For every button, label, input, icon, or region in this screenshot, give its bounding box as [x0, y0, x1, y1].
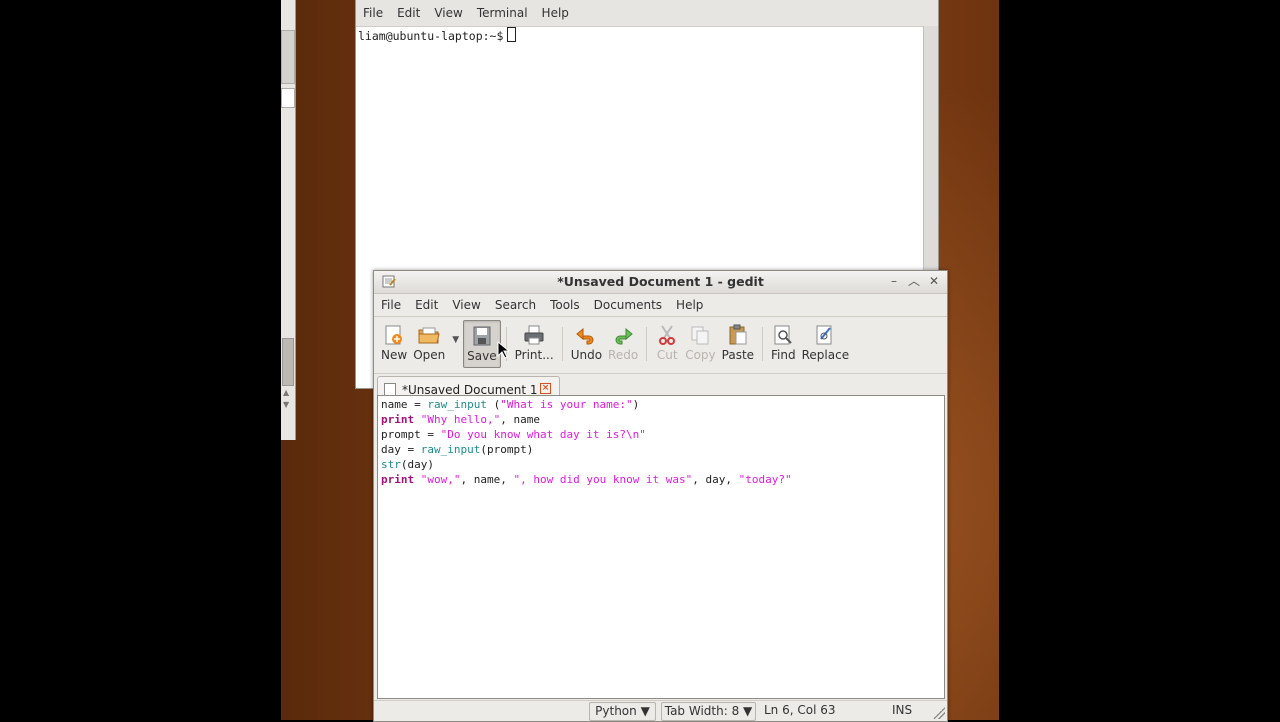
language-dropdown-icon: ▼ — [640, 704, 650, 718]
terminal-menu-terminal[interactable]: Terminal — [470, 6, 535, 20]
terminal-menubar: File Edit View Terminal Help — [356, 0, 938, 27]
clipboard-paste-icon — [729, 324, 747, 345]
replace-button[interactable]: Replace — [799, 320, 852, 368]
code-token: name = — [381, 398, 428, 411]
background-window-scrollbar-thumb[interactable] — [282, 338, 294, 386]
code-token: str — [381, 458, 401, 471]
toolbar-separator — [762, 327, 764, 361]
undo-arrow-icon — [576, 327, 594, 345]
save-button[interactable]: Save — [463, 320, 501, 368]
code-token: "Do you know what day it is?\n" — [440, 428, 646, 441]
close-window-icon[interactable]: ✕ — [925, 273, 943, 289]
code-token: print — [381, 413, 415, 426]
background-window: ▲ ▼ — [281, 0, 296, 440]
gedit-window: *Unsaved Document 1 - gedit – ︿ ✕ File E… — [373, 270, 948, 722]
open-button[interactable]: Open — [410, 320, 448, 368]
code-token: (day) — [400, 458, 434, 471]
cursor-position: Ln 6, Col 63 — [764, 703, 836, 717]
open-folder-icon — [418, 327, 440, 344]
find-magnifier-icon — [774, 325, 793, 345]
redo-arrow-icon — [615, 327, 633, 345]
copy-button[interactable]: Copy — [682, 320, 718, 368]
gedit-titlebar[interactable]: *Unsaved Document 1 - gedit – ︿ ✕ — [374, 271, 947, 294]
menu-edit[interactable]: Edit — [408, 298, 445, 312]
find-button[interactable]: Find — [768, 320, 799, 368]
code-token: (prompt) — [480, 443, 534, 456]
code-token: "today?" — [738, 473, 792, 486]
terminal-cursor — [507, 27, 517, 42]
toolbar: New Open ▼ Save Print... Undo Redo Cut C… — [374, 317, 947, 374]
code-token: prompt = — [381, 428, 441, 441]
gedit-app-icon — [382, 275, 396, 288]
code-token: , day, — [692, 473, 739, 486]
code-token: , name, — [460, 473, 514, 486]
code-token: ", how did you know it was" — [513, 473, 693, 486]
code-token: raw_input — [420, 443, 481, 456]
code-line: name = raw_input ("What is your name:") — [381, 397, 941, 412]
resize-grip-icon[interactable] — [933, 707, 945, 719]
tab-width-dropdown-icon: ▼ — [743, 704, 753, 718]
terminal-menu-file[interactable]: File — [356, 6, 390, 20]
window-title: *Unsaved Document 1 - gedit — [557, 274, 764, 289]
printer-icon — [524, 325, 544, 345]
insert-mode: INS — [892, 703, 913, 717]
maximize-icon[interactable]: ︿ — [905, 273, 923, 289]
terminal-prompt: liam@ubuntu-laptop:~$ — [358, 29, 504, 43]
code-token: "What is your name:" — [500, 398, 633, 411]
cut-button[interactable]: Cut — [652, 320, 682, 368]
scissors-icon — [659, 325, 676, 345]
code-editor[interactable]: name = raw_input ("What is your name:") p… — [377, 395, 945, 699]
code-line: str(day) — [381, 457, 941, 472]
background-window-field — [281, 88, 295, 108]
menu-file[interactable]: File — [374, 298, 408, 312]
language-selector[interactable]: Python ▼ — [589, 702, 656, 721]
save-floppy-icon — [473, 326, 491, 346]
open-recent-dropdown-icon[interactable]: ▼ — [448, 335, 463, 345]
copy-icon — [691, 326, 709, 345]
scroll-up-arrow-icon[interactable]: ▲ — [283, 388, 289, 397]
undo-button[interactable]: Undo — [568, 320, 605, 368]
new-button[interactable]: New — [378, 320, 410, 368]
new-document-icon — [385, 325, 403, 345]
terminal-menu-help[interactable]: Help — [535, 6, 576, 20]
code-token: "wow," — [420, 473, 461, 486]
background-window-panel — [281, 30, 295, 84]
menu-search[interactable]: Search — [488, 298, 543, 312]
menu-documents[interactable]: Documents — [587, 298, 669, 312]
terminal-menu-view[interactable]: View — [427, 6, 469, 20]
toolbar-separator — [561, 327, 563, 361]
code-token: print — [381, 473, 415, 486]
minimize-icon[interactable]: – — [885, 273, 903, 289]
code-token: ( — [486, 398, 501, 411]
code-line: print "Why hello,", name — [381, 412, 941, 427]
gedit-menubar: File Edit View Search Tools Documents He… — [374, 294, 947, 317]
redo-button[interactable]: Redo — [605, 320, 641, 368]
replace-icon — [816, 325, 832, 345]
terminal-menu-edit[interactable]: Edit — [390, 6, 427, 20]
code-line: print "wow,", name, ", how did you know … — [381, 472, 941, 487]
tab-width-selector[interactable]: Tab Width: 8 ▼ — [661, 702, 756, 721]
close-tab-icon[interactable]: × — [540, 383, 551, 394]
menu-tools[interactable]: Tools — [543, 298, 587, 312]
code-token: raw_input — [427, 398, 487, 411]
code-token: day = — [381, 443, 421, 456]
code-token: ) — [632, 398, 640, 411]
mouse-pointer-icon — [497, 341, 509, 359]
paste-button[interactable]: Paste — [719, 320, 757, 368]
toolbar-separator — [646, 327, 648, 361]
code-token: , name — [500, 413, 540, 426]
code-token: "Why hello," — [420, 413, 501, 426]
menu-help[interactable]: Help — [669, 298, 710, 312]
code-line: day = raw_input(prompt) — [381, 442, 941, 457]
scroll-down-arrow-icon[interactable]: ▼ — [283, 400, 289, 409]
print-button[interactable]: Print... — [512, 320, 557, 368]
menu-view[interactable]: View — [445, 298, 487, 312]
statusbar: Python ▼ Tab Width: 8 ▼ Ln 6, Col 63 INS — [374, 700, 947, 721]
code-line: prompt = "Do you know what day it is?\n" — [381, 427, 941, 442]
